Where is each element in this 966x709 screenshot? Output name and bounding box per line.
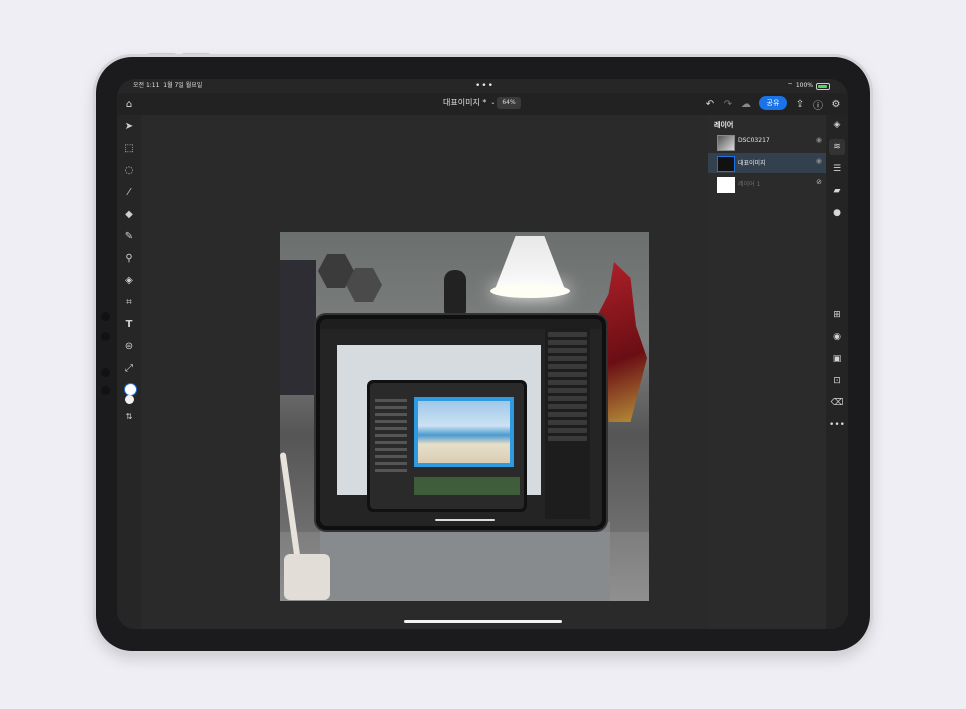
bezel-dot (101, 386, 110, 395)
crop-icon[interactable]: ⌗ (121, 294, 137, 310)
background-color-swatch[interactable] (125, 395, 134, 404)
foreground-color-swatch[interactable] (124, 383, 137, 396)
right-toolbar: ◈ ≋ ☰ ▰ ● ⊞ ◉ ▣ ⊡ ⌫ ••• (826, 115, 848, 629)
move-icon[interactable]: ➤ (121, 118, 137, 134)
layer-row[interactable]: 레이어 1 ⊘ (708, 174, 826, 194)
photo-ipad-topbar (320, 319, 602, 329)
layer-thumbnail (717, 177, 735, 193)
info-icon[interactable]: ● (829, 205, 845, 221)
share-button[interactable]: 공유 (759, 96, 787, 110)
canvas-area[interactable] (141, 115, 708, 629)
photo-ipad (316, 315, 606, 530)
photo-mic (444, 270, 466, 320)
status-right: ⌔ 100% (787, 79, 830, 93)
bezel-dot (101, 312, 110, 321)
transform-icon[interactable]: ⬚ (121, 140, 137, 156)
home-indicator[interactable] (404, 620, 562, 623)
canvas-image[interactable] (280, 232, 649, 601)
more-icon[interactable]: ••• (829, 417, 845, 433)
brush-icon[interactable]: ⁄ (121, 184, 137, 200)
layers-panel-title: 레이어 (714, 121, 734, 129)
lasso-icon[interactable]: ◌ (121, 162, 137, 178)
zoom-level[interactable]: 64% (497, 97, 521, 109)
photo-beach-image (414, 397, 514, 467)
photo-thumb-strip (414, 477, 520, 495)
bezel-dot (101, 332, 110, 341)
photo-ipad-homebar (435, 519, 495, 521)
adjustments-icon[interactable]: ☰ (829, 161, 845, 177)
undo-icon[interactable]: ↶ (703, 97, 717, 111)
visibility-icon[interactable]: ◉ (829, 329, 845, 345)
swap-icon[interactable]: ⇅ (121, 408, 137, 424)
mask-icon[interactable]: ▣ (829, 351, 845, 367)
eye-icon[interactable]: ◉ (816, 157, 822, 165)
comments-icon[interactable]: ▰ (829, 183, 845, 199)
clone-icon[interactable]: ⚲ (121, 250, 137, 266)
battery-icon (816, 82, 830, 90)
photo-pencil-holder (284, 554, 330, 600)
photo-ipad-layer-panel (545, 329, 590, 519)
photo-ipad-canvas (337, 345, 541, 512)
eye-icon[interactable]: ◉ (816, 136, 822, 144)
layer-row[interactable]: DSC03217 ◉ (708, 132, 826, 152)
ipad-screen: 오전 1:11 1월 7일 월요일 ••• ⌔ 100% ⌂ 대표이미지 * ⌄… (117, 79, 848, 629)
export-icon[interactable]: ⇪ (793, 97, 807, 111)
add-layer-icon[interactable]: ⊞ (829, 307, 845, 323)
photo-desk (280, 532, 649, 601)
layer-properties-icon[interactable]: ≋ (829, 139, 845, 155)
layer-name: DSC03217 (738, 137, 770, 144)
wifi-icon: ⌔ (787, 82, 793, 89)
photo-nested-sidebar (373, 395, 409, 495)
layer-row-selected[interactable]: 대표이미지 ◉ (708, 153, 826, 173)
settings-gear-icon[interactable]: ⚙ (829, 97, 843, 111)
place-image-icon[interactable]: ⊡ (829, 373, 845, 389)
multitask-dots[interactable]: ••• (475, 79, 494, 93)
document-name: 대표이미지 * (443, 98, 487, 107)
status-bar: 오전 1:11 1월 7일 월요일 ••• ⌔ 100% (117, 79, 848, 93)
eraser-icon[interactable]: ◆ (121, 206, 137, 222)
healing-icon[interactable]: ✎ (121, 228, 137, 244)
cloud-icon[interactable]: ☁ (739, 97, 753, 111)
photo-monitor (280, 260, 316, 395)
eye-hidden-icon[interactable]: ⊘ (816, 178, 822, 186)
layer-thumbnail (717, 135, 735, 151)
redo-icon[interactable]: ↷ (721, 97, 735, 111)
home-icon[interactable]: ⌂ (122, 97, 136, 111)
photo-lamp-glow (490, 284, 570, 298)
left-toolbar: ➤ ⬚ ◌ ⁄ ◆ ✎ ⚲ ◈ ⌗ T ⊜ ⤢ ⇅ (117, 115, 141, 629)
fill-icon[interactable]: ◈ (121, 272, 137, 288)
layers-icon[interactable]: ◈ (829, 117, 845, 133)
battery-percent: 100% (795, 82, 813, 89)
status-time: 오전 1:11 1월 7일 월요일 (133, 82, 203, 89)
adjust-icon[interactable]: ⊜ (121, 338, 137, 354)
document-title[interactable]: 대표이미지 * ⌄ (443, 97, 495, 108)
chevron-down-icon: ⌄ (490, 99, 496, 106)
photo-nested-ipad (367, 380, 527, 512)
photo-nested-screen (370, 383, 524, 509)
type-icon[interactable]: T (121, 316, 137, 332)
layers-panel: 레이어 DSC03217 ◉ 대표이미지 ◉ 레이어 1 ⊘ (708, 115, 826, 629)
eyedropper-icon[interactable]: ⤢ (121, 360, 137, 376)
bezel-dot (101, 368, 110, 377)
app-topbar: ⌂ 대표이미지 * ⌄ 64% ↶ ↷ ☁ 공유 ⇪ ⓘ ⚙ (117, 93, 848, 115)
clear-icon[interactable]: ⌫ (829, 395, 845, 411)
layer-name: 대표이미지 (738, 160, 766, 167)
help-icon[interactable]: ⓘ (811, 97, 825, 112)
photo-ipad-screen (320, 319, 602, 526)
layer-name: 레이어 1 (738, 181, 761, 188)
layer-thumbnail (717, 156, 735, 172)
